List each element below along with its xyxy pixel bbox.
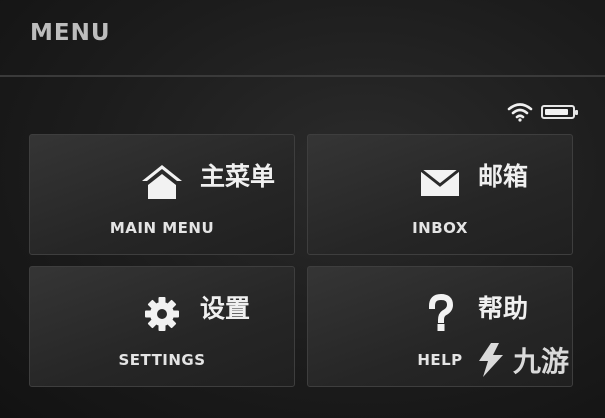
settings-button[interactable]: 设置 SETTINGS [29, 266, 295, 387]
battery-icon [541, 105, 578, 119]
jiuyou-logo-icon [478, 343, 503, 377]
settings-cn-label: 设置 [200, 294, 251, 323]
status-bar [507, 102, 578, 122]
inbox-cn-label: 邮箱 [478, 162, 529, 191]
wifi-icon [507, 103, 533, 122]
main-menu-button[interactable]: 主菜单 MAIN MENU [29, 134, 295, 255]
settings-en-label: SETTINGS [118, 351, 206, 369]
header-bar: MENU [0, 0, 605, 77]
inbox-button[interactable]: 邮箱 INBOX [307, 134, 573, 255]
gear-icon [145, 297, 179, 331]
main-menu-en-label: MAIN MENU [109, 219, 215, 237]
header-divider [0, 75, 605, 77]
watermark: 九游 [473, 340, 569, 380]
mail-icon [420, 168, 460, 196]
watermark-text: 九游 [512, 345, 569, 378]
help-cn-label: 帮助 [478, 294, 529, 323]
main-menu-cn-label: 主菜单 [200, 162, 276, 191]
battery-fill [545, 109, 568, 115]
page-title: MENU [30, 20, 111, 46]
home-icon [142, 165, 182, 199]
question-icon [428, 293, 454, 331]
inbox-en-label: INBOX [412, 219, 468, 237]
